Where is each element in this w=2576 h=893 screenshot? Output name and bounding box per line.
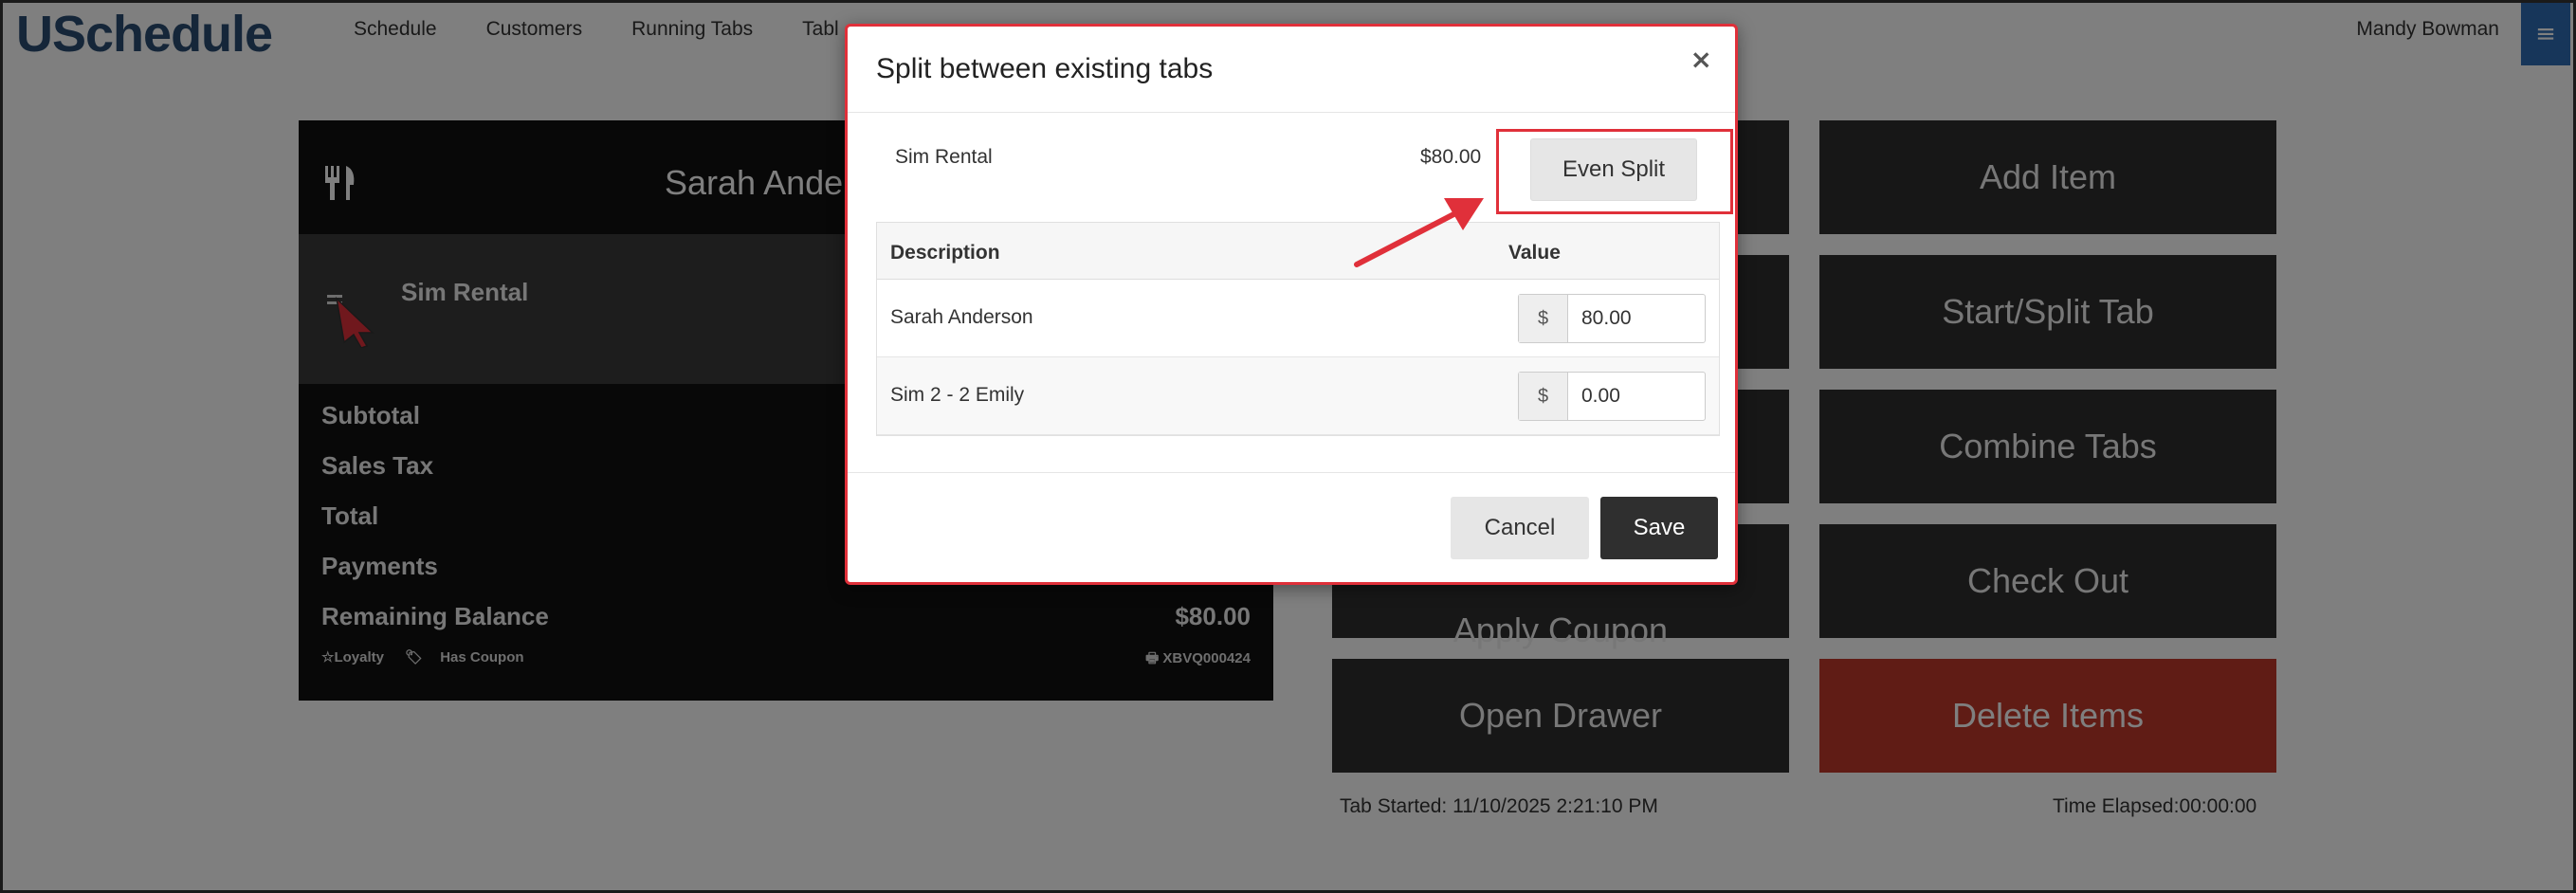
column-header-value: Value: [1508, 242, 1561, 264]
annotation-arrow-icon: [1354, 198, 1484, 267]
save-button[interactable]: Save: [1600, 497, 1718, 559]
split-value-input[interactable]: 0.00: [1568, 373, 1705, 420]
split-row-name: Sarah Anderson: [890, 306, 1033, 328]
modal-title: Split between existing tabs: [876, 53, 1214, 84]
column-header-description: Description: [890, 242, 1000, 264]
close-icon[interactable]: ×: [1690, 44, 1712, 75]
split-value-field[interactable]: $ 80.00: [1518, 294, 1706, 343]
currency-addon: $: [1519, 373, 1568, 420]
currency-addon: $: [1519, 295, 1568, 342]
split-row-name: Sim 2 - 2 Emily: [890, 384, 1025, 406]
split-table: Description Value Sarah Anderson $ 80.00…: [876, 222, 1720, 436]
split-item-name: Sim Rental: [895, 146, 993, 168]
split-table-header: Description Value: [877, 223, 1719, 280]
split-item-price: $80.00: [1420, 146, 1482, 168]
split-tabs-modal: Split between existing tabs × Sim Rental…: [845, 24, 1738, 585]
split-value-field[interactable]: $ 0.00: [1518, 372, 1706, 421]
split-value-input[interactable]: 80.00: [1568, 295, 1705, 342]
cancel-button[interactable]: Cancel: [1451, 497, 1589, 559]
annotation-highlight-box: [1496, 129, 1733, 214]
modal-header-divider: [848, 112, 1735, 113]
app-window: USchedule Schedule Customers Running Tab…: [0, 0, 2576, 893]
table-row: Sarah Anderson $ 80.00: [877, 280, 1719, 357]
table-row: Sim 2 - 2 Emily $ 0.00: [877, 357, 1719, 435]
modal-footer-divider: [848, 472, 1735, 473]
